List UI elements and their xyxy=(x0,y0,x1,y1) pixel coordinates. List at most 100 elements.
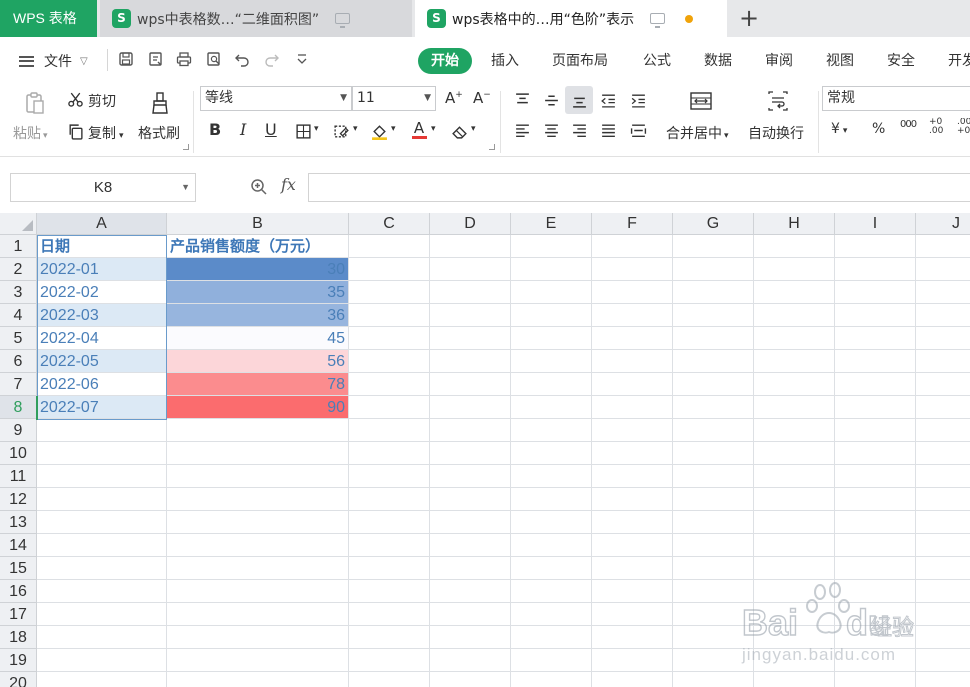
font-dialog-launcher[interactable] xyxy=(489,144,495,150)
select-all-button[interactable] xyxy=(0,213,37,235)
align-right-icon[interactable] xyxy=(569,120,589,140)
tab-insert[interactable]: 插入 xyxy=(491,48,519,74)
decrease-decimal-button[interactable]: .00 +0 xyxy=(957,118,970,136)
row-header[interactable]: 14 xyxy=(0,534,37,557)
align-left-icon[interactable] xyxy=(512,120,532,140)
app-home-tab[interactable]: WPS 表格 xyxy=(0,0,97,37)
tab-data[interactable]: 数据 xyxy=(704,48,732,74)
chevron-down-icon[interactable]: ▾ xyxy=(353,124,358,134)
italic-button[interactable]: I xyxy=(240,120,246,139)
new-tab-plus-icon[interactable]: + xyxy=(738,6,760,30)
percent-format-button[interactable]: % xyxy=(872,121,885,137)
justify-icon[interactable] xyxy=(598,120,618,140)
row-header[interactable]: 11 xyxy=(0,465,37,488)
tab-developer[interactable]: 开发 xyxy=(948,48,970,74)
row-header[interactable]: 7 xyxy=(0,373,37,396)
cell-style-icon[interactable] xyxy=(331,121,351,141)
column-header[interactable]: J xyxy=(916,213,970,235)
row-header[interactable]: 20 xyxy=(0,672,37,687)
row-header[interactable]: 9 xyxy=(0,419,37,442)
format-painter-button[interactable]: 格式刷 xyxy=(138,123,180,143)
merge-center-icon[interactable] xyxy=(688,88,714,114)
column-header[interactable]: F xyxy=(592,213,673,235)
chevron-down-icon[interactable]: ▾ xyxy=(471,124,476,134)
underline-button[interactable]: U xyxy=(265,120,277,139)
cell-date[interactable]: 2022-05 xyxy=(37,350,166,372)
row-header[interactable]: 18 xyxy=(0,626,37,649)
fill-color-icon[interactable] xyxy=(369,121,389,141)
row-header[interactable]: 8 xyxy=(0,396,37,419)
row-header[interactable]: 12 xyxy=(0,488,37,511)
export-pdf-icon[interactable] xyxy=(147,51,165,69)
customize-toolbar-icon[interactable] xyxy=(293,51,311,69)
tab-page-layout[interactable]: 页面布局 xyxy=(552,48,608,74)
row-header[interactable]: 13 xyxy=(0,511,37,534)
thousands-separator-button[interactable]: 000 xyxy=(900,119,917,130)
cell-date[interactable]: 2022-03 xyxy=(37,304,166,326)
format-painter-icon[interactable] xyxy=(148,89,172,117)
row-header[interactable]: 19 xyxy=(0,649,37,672)
wrap-text-icon[interactable] xyxy=(765,88,791,114)
cell-date[interactable]: 2022-07 xyxy=(37,396,166,418)
row-header[interactable]: 10 xyxy=(0,442,37,465)
copy-icon[interactable] xyxy=(65,121,85,141)
align-center-icon[interactable] xyxy=(541,120,561,140)
print-icon[interactable] xyxy=(175,51,193,69)
cell-sales[interactable]: 90 xyxy=(167,396,348,418)
file-menu-button[interactable]: 文件 ▽ xyxy=(19,51,88,71)
cell-date[interactable]: 2022-02 xyxy=(37,281,166,303)
monitor-icon[interactable] xyxy=(335,13,351,28)
align-bottom-icon[interactable] xyxy=(569,90,589,110)
undo-icon[interactable] xyxy=(233,51,251,69)
clipboard-dialog-launcher[interactable] xyxy=(183,144,189,150)
column-header[interactable]: B xyxy=(167,213,349,235)
name-box[interactable]: K8 ▼ xyxy=(10,173,196,202)
formula-input[interactable] xyxy=(308,173,970,202)
tab-formulas[interactable]: 公式 xyxy=(643,48,671,74)
save-icon[interactable] xyxy=(117,51,135,69)
bold-button[interactable]: B xyxy=(209,120,221,139)
monitor-icon[interactable] xyxy=(650,13,666,28)
distributed-align-icon[interactable] xyxy=(628,120,648,140)
chevron-down-icon[interactable]: ▾ xyxy=(431,124,436,134)
row-header[interactable]: 16 xyxy=(0,580,37,603)
font-name-select[interactable]: 等线 ▼ xyxy=(200,86,352,111)
tab-home[interactable]: 开始 xyxy=(418,48,472,74)
document-tab-1[interactable]: S wps中表格数…“二维面积图” xyxy=(100,0,412,37)
decrease-font-size-icon[interactable]: A− xyxy=(473,89,491,107)
redo-icon[interactable] xyxy=(263,51,281,69)
increase-decimal-button[interactable]: +0 .00 xyxy=(929,118,947,136)
paste-icon[interactable] xyxy=(22,90,48,116)
row-header[interactable]: 17 xyxy=(0,603,37,626)
row-header[interactable]: 1 xyxy=(0,235,37,258)
row-header[interactable]: 4 xyxy=(0,304,37,327)
eraser-icon[interactable] xyxy=(449,121,469,141)
column-header[interactable]: D xyxy=(430,213,511,235)
cell-date[interactable]: 日期 xyxy=(37,235,166,257)
font-size-select[interactable]: 11 ▼ xyxy=(352,86,436,111)
font-color-icon[interactable]: A xyxy=(409,120,429,140)
column-header[interactable]: H xyxy=(754,213,835,235)
cell-sales[interactable]: 78 xyxy=(167,373,348,395)
cut-button[interactable]: 剪切 xyxy=(88,91,116,111)
currency-format-button[interactable]: ¥ ▾ xyxy=(831,121,847,137)
zoom-icon[interactable] xyxy=(250,178,268,196)
column-header[interactable]: A xyxy=(37,213,167,235)
scissors-icon[interactable] xyxy=(65,89,85,109)
column-header[interactable]: E xyxy=(511,213,592,235)
row-header[interactable]: 6 xyxy=(0,350,37,373)
tab-view[interactable]: 视图 xyxy=(826,48,854,74)
borders-icon[interactable] xyxy=(293,121,313,141)
cell-date[interactable]: 2022-04 xyxy=(37,327,166,349)
decrease-indent-icon[interactable] xyxy=(598,90,618,110)
chevron-down-icon[interactable]: ▾ xyxy=(391,124,396,134)
cell-sales[interactable]: 36 xyxy=(167,304,348,326)
tab-review[interactable]: 审阅 xyxy=(765,48,793,74)
copy-button[interactable]: 复制 ▾ xyxy=(88,123,124,143)
merge-center-button[interactable]: 合并居中 ▾ xyxy=(666,123,729,143)
number-format-select[interactable]: 常规 xyxy=(822,86,970,111)
align-top-icon[interactable] xyxy=(512,90,532,110)
chevron-down-icon[interactable]: ▾ xyxy=(314,124,319,134)
column-header[interactable]: C xyxy=(349,213,430,235)
cell-sales[interactable]: 30 xyxy=(167,258,348,280)
